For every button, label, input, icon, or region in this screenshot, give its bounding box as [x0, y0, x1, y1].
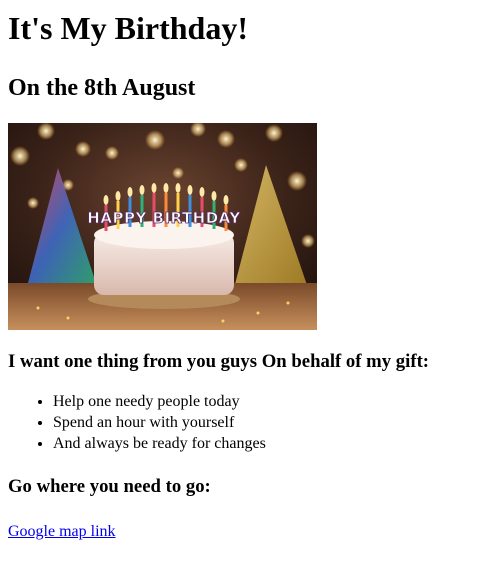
map-link-paragraph: Google map link	[8, 522, 480, 542]
google-map-link[interactable]: Google map link	[8, 523, 116, 540]
birthday-cake-image: HAPPY BIRTHDAY	[8, 123, 317, 330]
page: It's My Birthday! On the 8th August HAPP…	[0, 0, 488, 550]
gift-list: Help one needy people today Spend an hou…	[8, 391, 480, 454]
directions-heading: Go where you need to go:	[8, 476, 211, 497]
list-item: Help one needy people today	[53, 391, 480, 412]
happy-birthday-candle-text: HAPPY BIRTHDAY	[87, 209, 241, 227]
list-item: Spend an hour with yourself	[53, 412, 480, 433]
date-subtitle: On the 8th August	[8, 75, 196, 101]
request-heading: I want one thing from you guys On behalf…	[8, 351, 430, 372]
list-item: And always be ready for changes	[53, 433, 480, 454]
page-title: It's My Birthday!	[8, 10, 248, 46]
